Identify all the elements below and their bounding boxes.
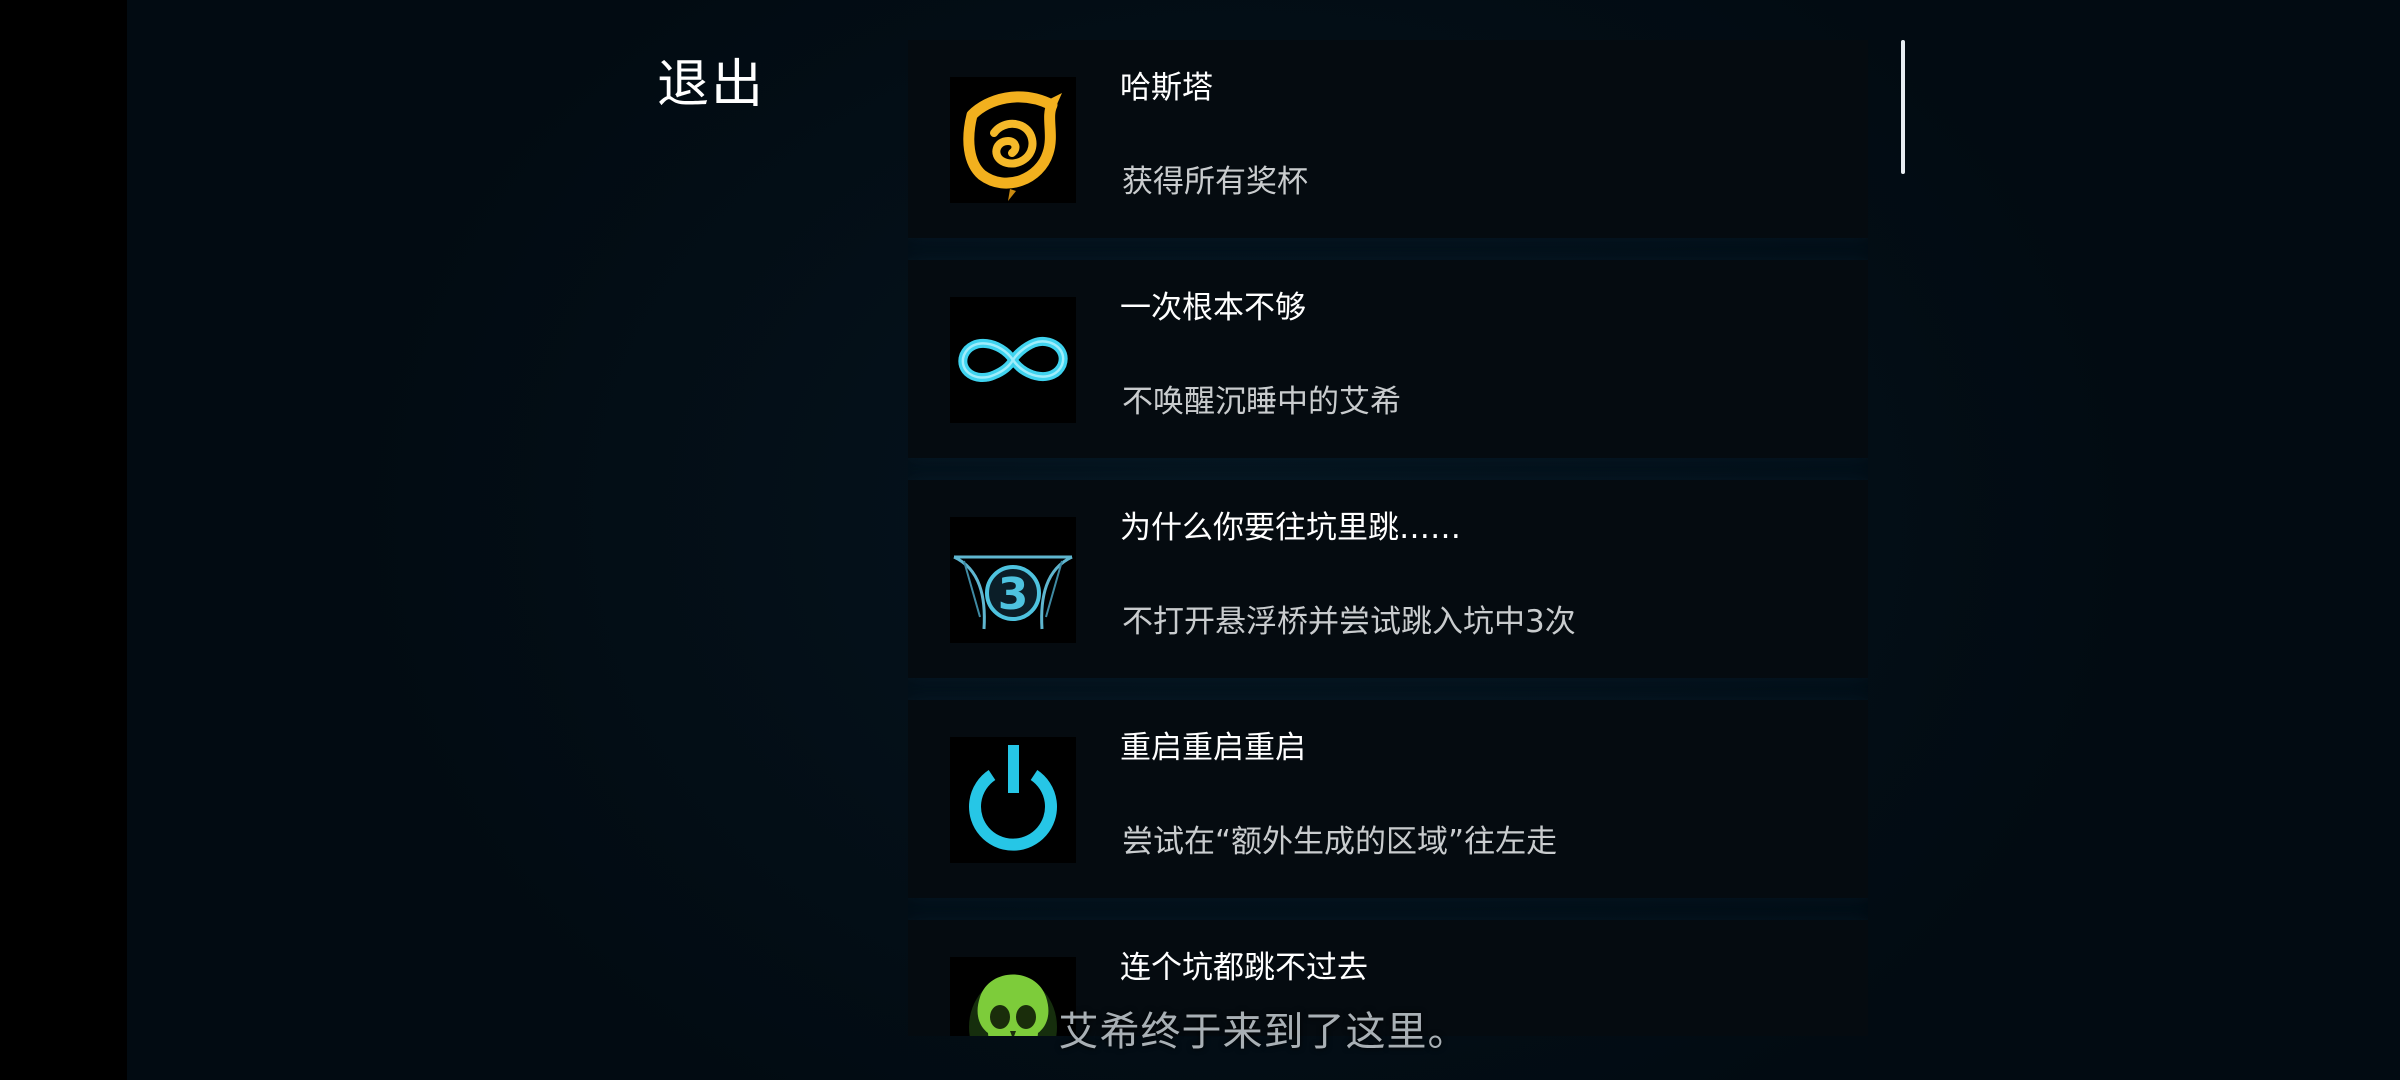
power-icon — [950, 737, 1076, 863]
scrollbar-thumb[interactable] — [1901, 40, 1905, 174]
exit-button[interactable]: 退出 — [657, 50, 765, 120]
golden-swirl-icon — [950, 77, 1076, 203]
pit-3-icon: 3 — [950, 517, 1076, 643]
achievement-description: 不打开悬浮桥并尝试跳入坑中3次 — [1122, 604, 1576, 640]
achievement-title: 连个坑都跳不过去 — [1120, 950, 1368, 986]
game-screen: 退出 哈斯塔 获得所有奖杯 一次根本不够 不唤醒沉睡中的艾希 3 为什么你要往坑… — [0, 0, 2400, 1080]
achievement-card-restart[interactable]: 重启重启重启 尝试在“额外生成的区域”往左走 — [908, 700, 1868, 898]
achievement-card-once-not-enough[interactable]: 一次根本不够 不唤醒沉睡中的艾希 — [908, 260, 1868, 458]
achievement-list[interactable]: 哈斯塔 获得所有奖杯 一次根本不够 不唤醒沉睡中的艾希 3 为什么你要往坑里跳…… — [908, 40, 1868, 1036]
achievement-title: 一次根本不够 — [1120, 290, 1306, 326]
achievement-title: 为什么你要往坑里跳…… — [1120, 510, 1461, 546]
achievement-description: 不唤醒沉睡中的艾希 — [1122, 384, 1401, 420]
pit-number: 3 — [998, 569, 1029, 620]
achievement-card-hastur[interactable]: 哈斯塔 获得所有奖杯 — [908, 40, 1868, 238]
achievement-title: 重启重启重启 — [1120, 730, 1306, 766]
achievements-menu: 退出 哈斯塔 获得所有奖杯 一次根本不够 不唤醒沉睡中的艾希 3 为什么你要往坑… — [127, 0, 2400, 1080]
dialogue-subtitle: 艾希终于来到了这里。 — [1058, 1009, 1469, 1055]
left-black-bar — [0, 0, 127, 1080]
achievement-card-pit-jump[interactable]: 3 为什么你要往坑里跳…… 不打开悬浮桥并尝试跳入坑中3次 — [908, 480, 1868, 678]
infinity-icon — [950, 297, 1076, 423]
achievement-title: 哈斯塔 — [1120, 70, 1213, 106]
achievement-description: 尝试在“额外生成的区域”往左走 — [1122, 824, 1558, 860]
achievement-description: 获得所有奖杯 — [1122, 164, 1308, 200]
